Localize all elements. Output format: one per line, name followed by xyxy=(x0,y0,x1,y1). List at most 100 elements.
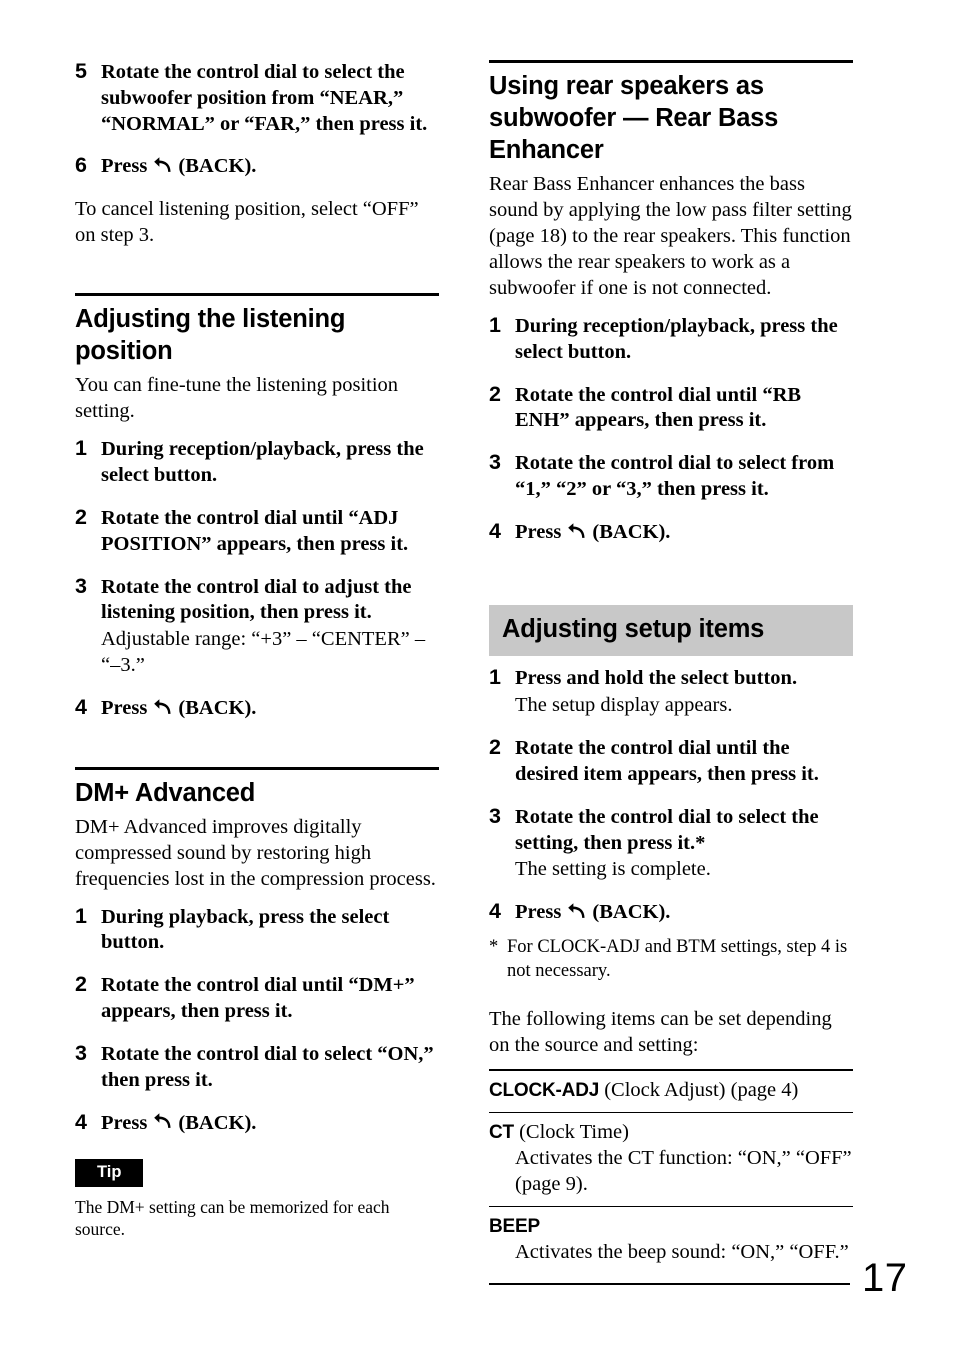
setup-item-inline: (Clock Adjust) (page 4) xyxy=(599,1078,799,1101)
step-number: 1 xyxy=(489,312,501,337)
step-item: 2 Rotate the control dial until “ADJ POS… xyxy=(75,504,439,558)
step-text: Press (BACK). xyxy=(101,1112,256,1134)
cancel-note: To cancel listening position, select “OF… xyxy=(75,198,419,247)
section-intro: You can fine-tune the listening position… xyxy=(75,374,399,423)
step-number: 3 xyxy=(489,450,501,475)
step-text-after: (BACK). xyxy=(592,520,671,543)
section-heading-dm-advanced: DM+ Advanced xyxy=(75,778,256,807)
step-text: Press (BACK). xyxy=(515,521,670,543)
step-number: 3 xyxy=(489,803,501,828)
step-number: 3 xyxy=(75,573,87,598)
step-number: 2 xyxy=(75,504,87,529)
footnote: * For CLOCK-ADJ and BTM settings, step 4… xyxy=(489,936,853,983)
step-item: 4 Press (BACK). xyxy=(75,694,439,722)
step-text-before: Press xyxy=(101,155,148,178)
section-heading-listening-position: Adjusting the listening position xyxy=(75,305,346,366)
manual-page: 5 Rotate the control dial to select the … xyxy=(0,0,954,1352)
step-number: 4 xyxy=(75,1109,87,1134)
section-heading-rear-bass-enhancer: Using rear speakers as subwoofer — Rear … xyxy=(489,72,779,165)
step-text: Rotate the control dial until the desire… xyxy=(515,737,819,785)
step-number: 4 xyxy=(489,899,501,924)
footnote-text: For CLOCK-ADJ and BTM settings, step 4 i… xyxy=(507,937,848,981)
step-item: 3 Rotate the control dial to select “ON,… xyxy=(75,1040,439,1094)
step-number: 4 xyxy=(75,694,87,719)
back-arrow-icon xyxy=(567,903,586,920)
step-number: 1 xyxy=(489,665,501,690)
step-item: 2 Rotate the control dial until “DM+” ap… xyxy=(75,972,439,1025)
step-number: 3 xyxy=(75,1040,87,1065)
step-text: Press (BACK). xyxy=(515,901,670,923)
step-item: 4 Press (BACK). xyxy=(489,519,853,546)
back-arrow-icon xyxy=(153,157,172,174)
step-text: Rotate the control dial until “RB ENH” a… xyxy=(515,383,802,432)
step-item: 3 Rotate the control dial to adjust the … xyxy=(75,573,439,679)
step-text: Rotate the control dial until “DM+” appe… xyxy=(101,974,415,1023)
step-text: During playback, press the select button… xyxy=(101,905,390,954)
step-number: 1 xyxy=(75,903,87,928)
step-text: Press (BACK). xyxy=(101,697,256,719)
step-item: 3 Rotate the control dial to select from… xyxy=(489,450,853,503)
section-rule xyxy=(75,766,439,770)
setup-item-term: CT xyxy=(489,1122,514,1144)
step-text-before: Press xyxy=(515,520,562,543)
setup-item-term: BEEP xyxy=(489,1216,540,1238)
section-rule xyxy=(75,293,439,297)
setup-item: CLOCK-ADJ (Clock Adjust) (page 4) xyxy=(489,1071,853,1112)
step-item: 1 During playback, press the select butt… xyxy=(75,903,439,957)
step-text: Rotate the control dial until “ADJ POSIT… xyxy=(101,506,409,555)
step-item: 4 Press (BACK). xyxy=(75,1109,439,1137)
step-subtext: The setup display appears. xyxy=(515,694,733,717)
step-number: 1 xyxy=(75,436,87,461)
step-item: 1 During reception/playback, press the s… xyxy=(489,312,853,366)
step-item: 2 Rotate the control dial until “RB ENH”… xyxy=(489,381,853,435)
step-number: 2 xyxy=(489,735,501,760)
step-text: Rotate the control dial to select from “… xyxy=(515,452,835,501)
setup-item-description: Activates the CT function: “ON,” “OFF” (… xyxy=(515,1147,852,1195)
step-text-after: (BACK). xyxy=(592,901,671,924)
step-item: 5 Rotate the control dial to select the … xyxy=(75,59,439,137)
section-intro: DM+ Advanced improves digitally compress… xyxy=(75,815,436,890)
step-text-after: (BACK). xyxy=(178,1111,257,1134)
tip-body: The DM+ setting can be memorized for eac… xyxy=(75,1196,390,1240)
step-text: Rotate the control dial to select “ON,” … xyxy=(101,1042,434,1091)
step-text: Press and hold the select button. xyxy=(515,667,798,690)
step-text-before: Press xyxy=(101,1111,148,1134)
step-item: 1 Press and hold the select button. The … xyxy=(489,665,853,719)
step-subtext: The setting is complete. xyxy=(515,858,711,881)
step-text: During reception/playback, press the sel… xyxy=(515,314,838,363)
step-number: 2 xyxy=(489,381,501,406)
setup-item-description: Activates the beep sound: “ON,” “OFF.” xyxy=(515,1241,849,1264)
step-text-after: (BACK). xyxy=(178,696,257,719)
footer-rule xyxy=(489,1283,850,1285)
section-heading-adjusting-setup-items: Adjusting setup items xyxy=(489,604,853,657)
back-arrow-icon xyxy=(153,699,172,716)
step-item: 4 Press (BACK). xyxy=(489,899,853,926)
setup-items-list: CLOCK-ADJ (Clock Adjust) (page 4) CT (Cl… xyxy=(489,1069,853,1274)
setup-item-term: CLOCK-ADJ xyxy=(489,1079,600,1101)
step-subtext: Adjustable range: “+3” – “CENTER” – “–3.… xyxy=(101,628,426,677)
setup-list-intro: The following items can be set depending… xyxy=(489,1008,832,1057)
step-text: During reception/playback, press the sel… xyxy=(101,438,424,487)
step-text: Rotate the control dial to select the se… xyxy=(515,805,819,854)
right-column: Using rear speakers as subwoofer — Rear … xyxy=(489,60,853,1274)
step-text-before: Press xyxy=(101,696,148,719)
tip-badge: Tip xyxy=(75,1159,144,1187)
back-arrow-icon xyxy=(153,1113,172,1130)
step-item: 6 Press (BACK). xyxy=(75,153,439,180)
step-text: Rotate the control dial to adjust the li… xyxy=(101,575,412,624)
step-text: Press (BACK). xyxy=(101,155,256,177)
step-text-before: Press xyxy=(515,901,562,924)
step-number: 5 xyxy=(75,59,87,83)
back-arrow-icon xyxy=(567,523,586,540)
section-rule xyxy=(489,60,853,63)
left-column: 5 Rotate the control dial to select the … xyxy=(75,59,439,1240)
setup-item: BEEP Activates the beep sound: “ON,” “OF… xyxy=(489,1207,853,1274)
step-item: 1 During reception/playback, press the s… xyxy=(75,436,439,489)
step-text: Rotate the control dial to select the su… xyxy=(101,61,428,135)
step-item: 3 Rotate the control dial to select the … xyxy=(489,803,853,883)
step-item: 2 Rotate the control dial until the desi… xyxy=(489,735,853,788)
setup-item-inline: (Clock Time) xyxy=(513,1121,629,1144)
page-number: 17 xyxy=(862,1256,908,1300)
setup-item: CT (Clock Time) Activates the CT functio… xyxy=(489,1113,853,1205)
step-number: 2 xyxy=(75,972,87,997)
